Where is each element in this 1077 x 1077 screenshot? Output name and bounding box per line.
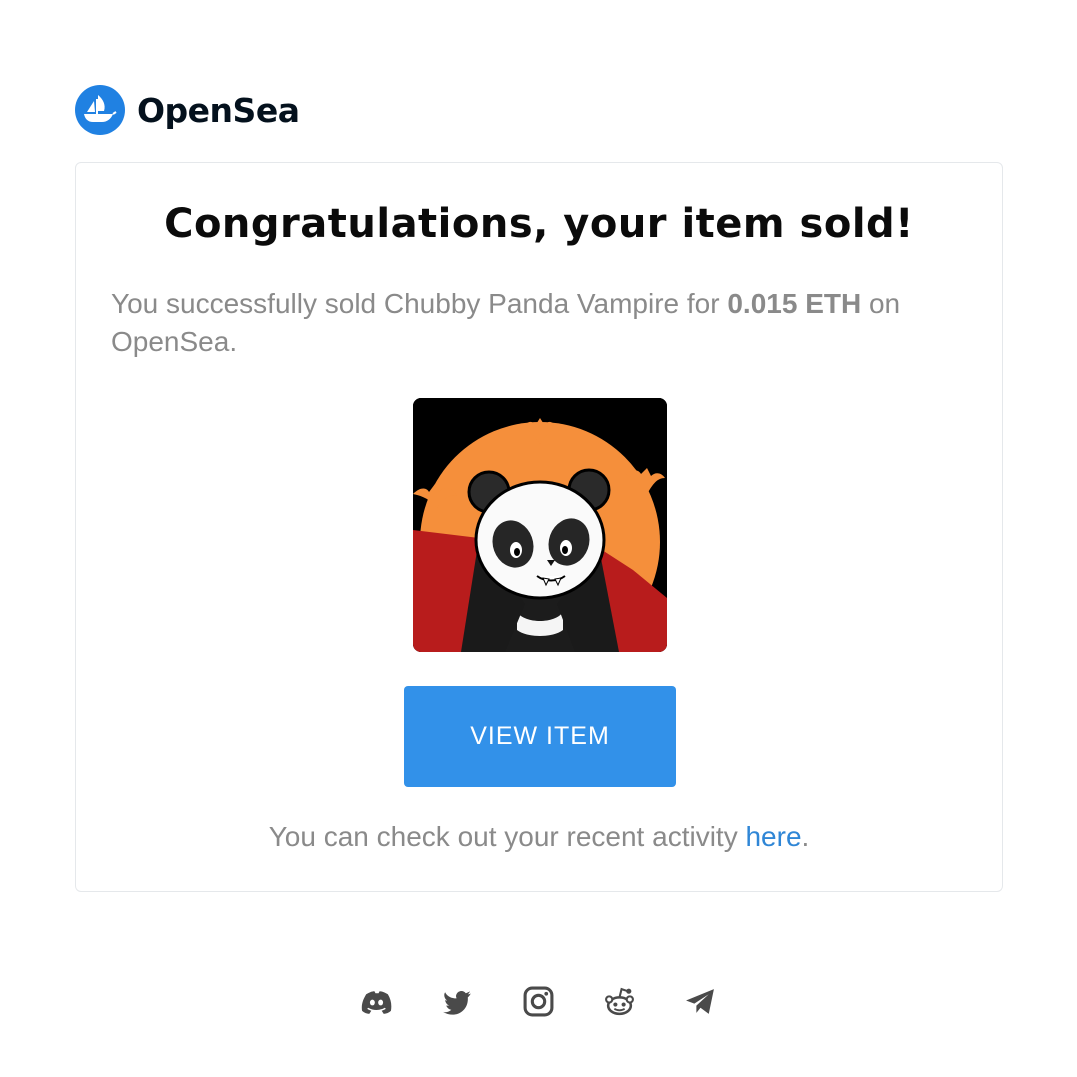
sale-message: You successfully sold Chubby Panda Vampi… [111, 285, 961, 361]
instagram-icon[interactable] [522, 985, 555, 1018]
sale-message-prefix: You successfully sold Chubby Panda Vampi… [111, 288, 728, 319]
sale-price: 0.015 ETH [727, 288, 862, 319]
view-item-button[interactable]: VIEW ITEM [404, 686, 676, 787]
social-links [0, 985, 1077, 1018]
card-title: Congratulations, your item sold! [164, 201, 914, 247]
activity-link[interactable]: here [745, 821, 801, 852]
sale-card: Congratulations, your item sold! You suc… [75, 162, 1003, 892]
activity-message: You can check out your recent activity h… [76, 821, 1002, 853]
chubby-panda-vampire-image[interactable] [413, 398, 667, 652]
twitter-icon[interactable] [441, 985, 474, 1018]
telegram-icon[interactable] [684, 985, 717, 1018]
activity-prefix: You can check out your recent activity [268, 821, 746, 852]
opensea-ship-icon [75, 85, 125, 135]
header: OpenSea [75, 85, 300, 135]
discord-icon[interactable] [360, 985, 393, 1018]
opensea-logo[interactable] [75, 85, 125, 135]
brand-name: OpenSea [137, 90, 300, 130]
activity-suffix: . [801, 821, 810, 852]
reddit-icon[interactable] [603, 985, 636, 1018]
